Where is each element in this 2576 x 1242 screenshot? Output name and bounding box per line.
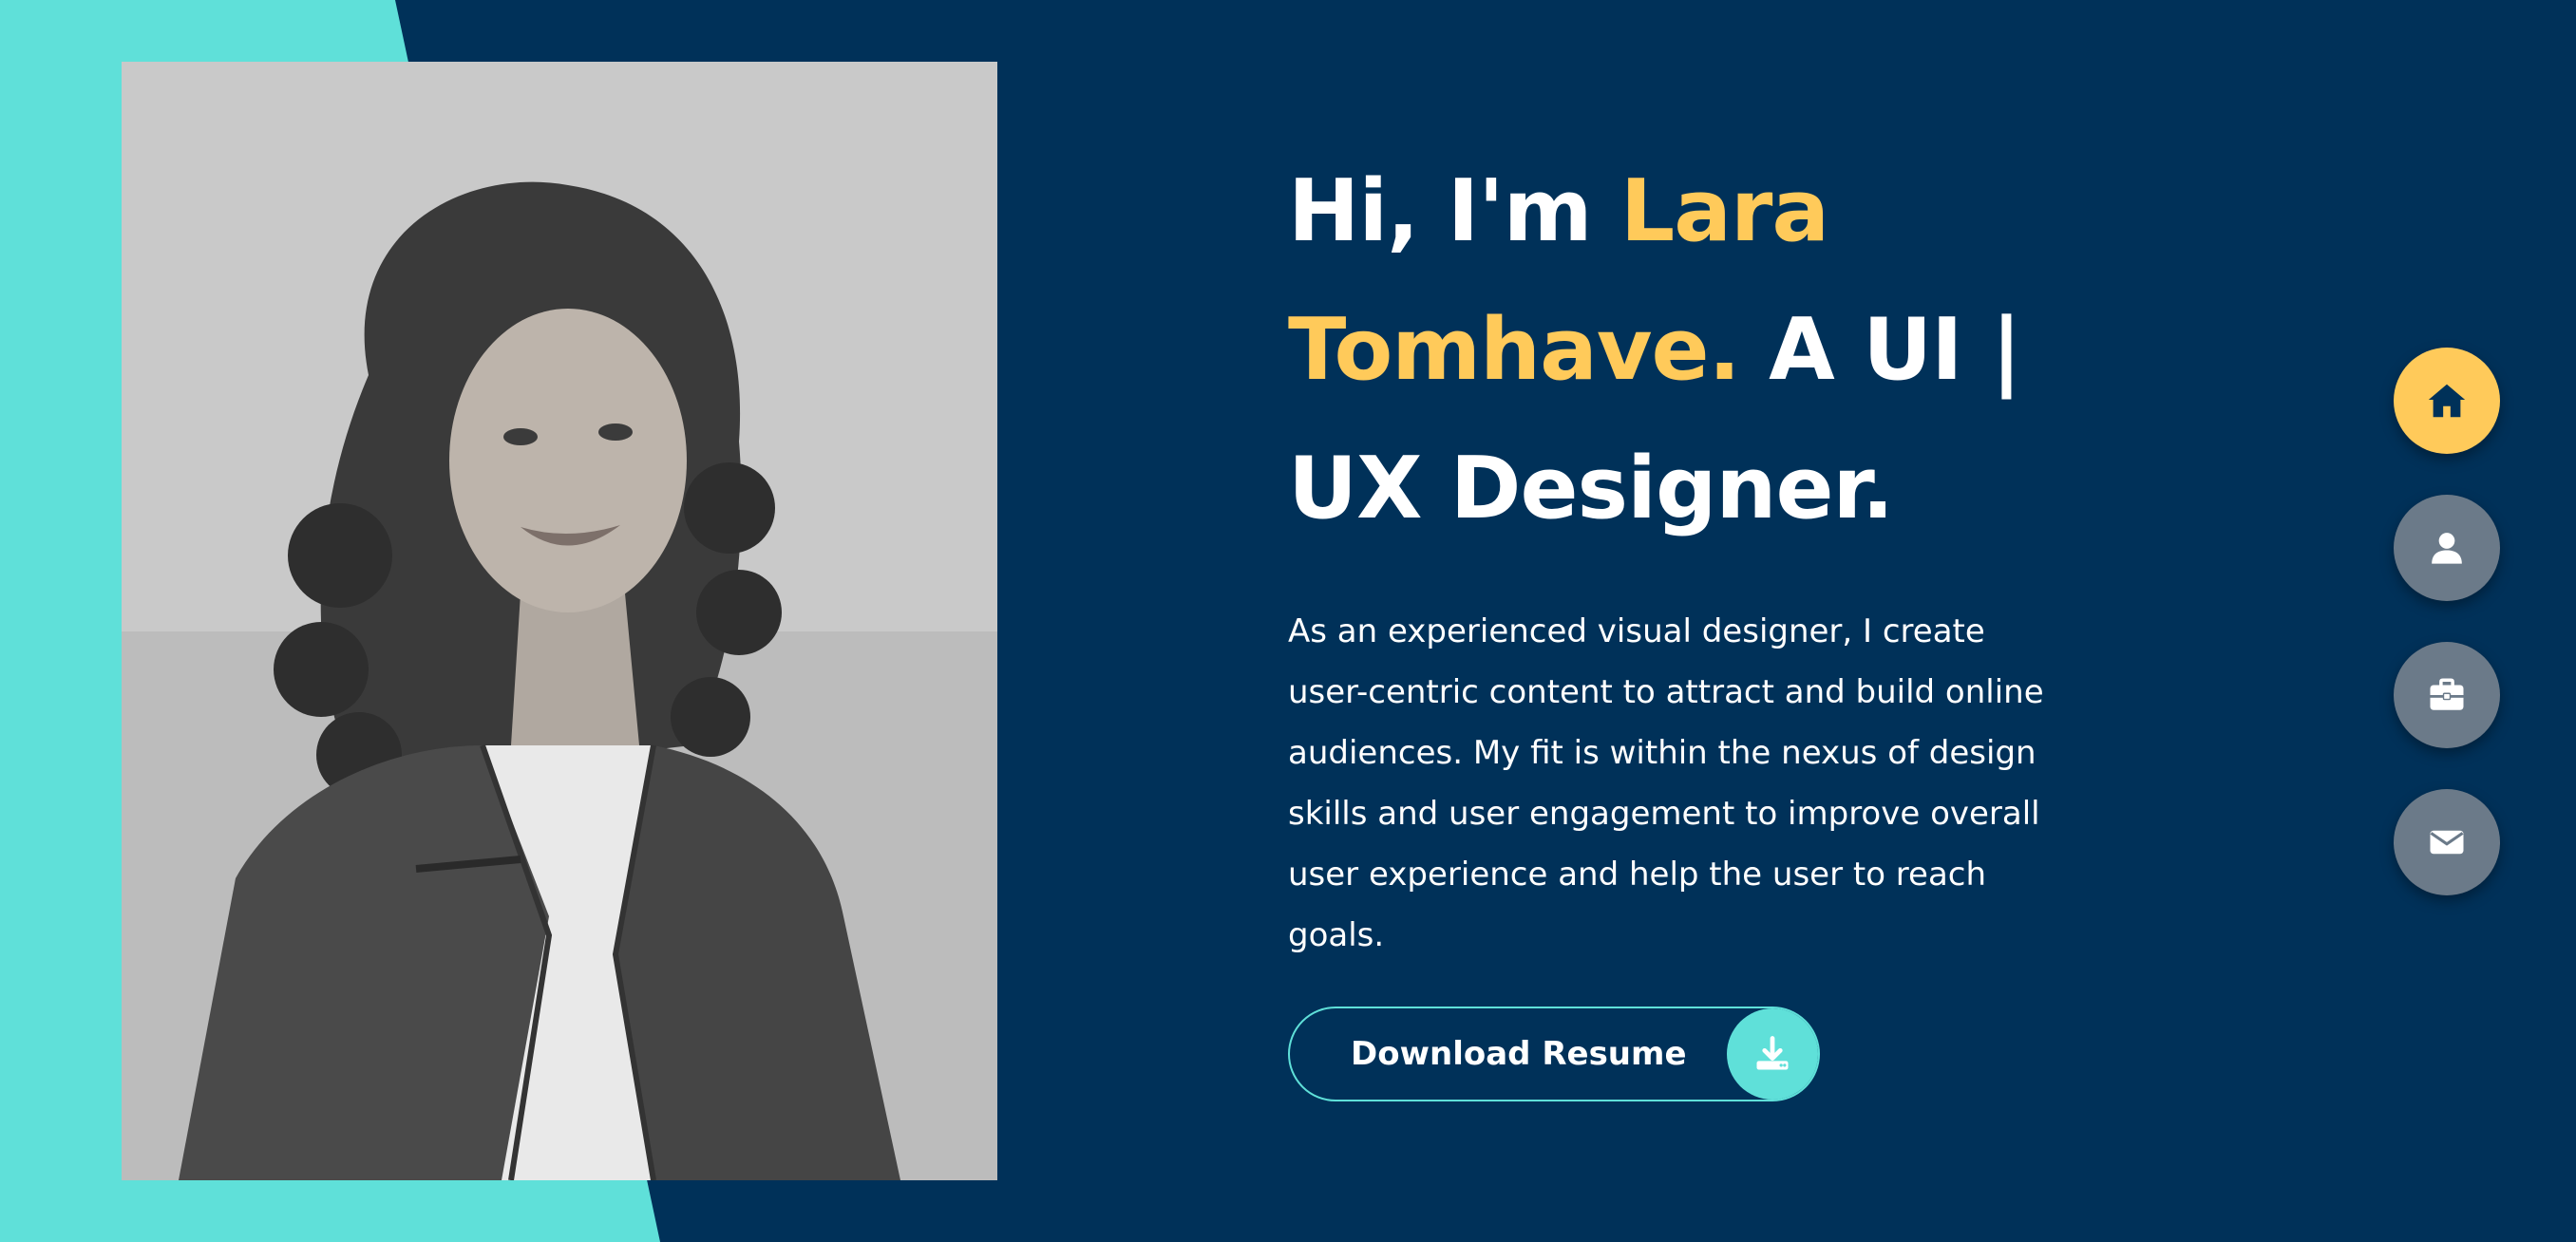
download-icon xyxy=(1727,1008,1818,1100)
user-icon xyxy=(2432,533,2462,564)
side-navigation xyxy=(2394,348,2500,936)
envelope-icon xyxy=(2430,830,2464,855)
nav-about-button[interactable] xyxy=(2394,495,2500,601)
download-resume-label: Download Resume xyxy=(1351,1035,1687,1073)
nav-contact-button[interactable] xyxy=(2394,789,2500,895)
download-resume-button[interactable]: Download Resume xyxy=(1288,1007,1820,1101)
nav-portfolio-button[interactable] xyxy=(2394,642,2500,748)
profile-photo-illustration xyxy=(122,62,997,1180)
briefcase-icon xyxy=(2430,678,2464,710)
greeting-text: Hi, I'm xyxy=(1288,161,1620,261)
hero-section: Hi, I'm Lara Tomhave. A UI | UX Designer… xyxy=(1288,142,2105,966)
hero-headline: Hi, I'm Lara Tomhave. A UI | UX Designer… xyxy=(1288,142,2105,558)
profile-photo xyxy=(122,62,997,1180)
bio-text: As an experienced visual designer, I cre… xyxy=(1288,612,2044,954)
home-icon xyxy=(2428,384,2466,418)
nav-home-button[interactable] xyxy=(2394,348,2500,454)
